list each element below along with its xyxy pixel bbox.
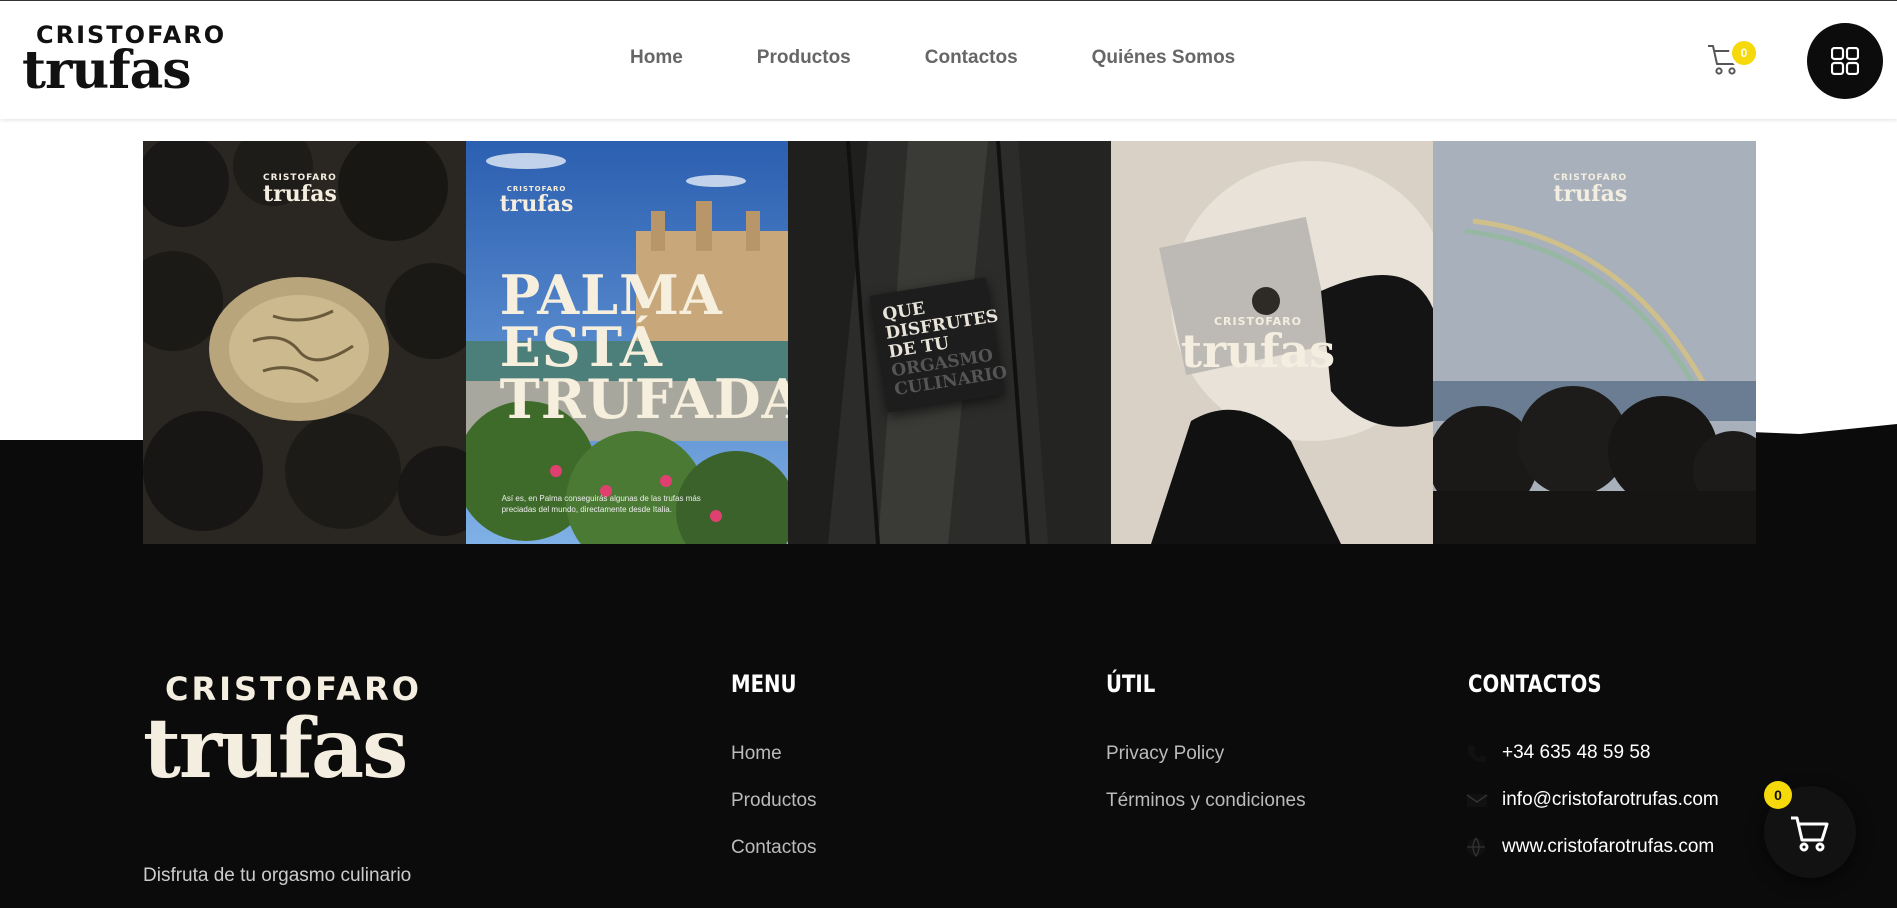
gallery-tile-palma[interactable]: CRISTOFARO trufas PALMA ESTÁ TRUFADA. As… bbox=[465, 141, 789, 544]
globe-icon bbox=[1466, 837, 1494, 858]
footer-link-productos[interactable]: Productos bbox=[731, 790, 817, 812]
floating-cart-badge: 0 bbox=[1764, 781, 1792, 809]
footer-link-privacy[interactable]: Privacy Policy bbox=[1106, 743, 1224, 765]
envelope-icon bbox=[1466, 790, 1494, 810]
instagram-gallery: CRISTOFARO trufas CRISTOFARO trufas PALM… bbox=[143, 141, 1756, 544]
gallery-tile-truffle-slice[interactable]: CRISTOFARO trufas bbox=[143, 141, 466, 544]
gallery-tile-card[interactable]: QUE DISFRUTES DE TU ORGASMO CULINARIO bbox=[788, 141, 1111, 544]
nav-productos[interactable]: Productos bbox=[757, 47, 851, 69]
contact-email[interactable]: info@cristofarotrufas.com bbox=[1466, 788, 1719, 812]
footer-link-home[interactable]: Home bbox=[731, 743, 782, 765]
footer-util-title: ÚTIL bbox=[1106, 670, 1156, 698]
footer-contacts-title: CONTACTOS bbox=[1468, 670, 1602, 698]
gallery-tile-slicer[interactable]: CRISTOFARO trufas bbox=[1110, 141, 1434, 544]
main-nav: Home Productos Contactos Quiénes Somos bbox=[630, 47, 1309, 69]
footer-tagline: Disfruta de tu orgasmo culinario bbox=[143, 865, 412, 886]
gallery-tile-rainbow[interactable]: CRISTOFARO trufas bbox=[1433, 141, 1756, 544]
grid-menu-button[interactable] bbox=[1807, 23, 1883, 99]
brand-logo-main: trufas bbox=[22, 40, 192, 101]
cart-count-badge: 0 bbox=[1732, 41, 1756, 65]
quote-card: QUE DISFRUTES DE TU ORGASMO CULINARIO bbox=[869, 277, 1009, 413]
footer-link-terms[interactable]: Términos y condiciones bbox=[1106, 790, 1306, 812]
tile-brand-logo: CRISTOFARO trufas bbox=[263, 173, 337, 207]
footer-menu-title: MENU bbox=[731, 670, 797, 698]
tile-brand-logo: CRISTOFARO trufas bbox=[499, 185, 574, 217]
tile-brand-logo: CRISTOFARO trufas bbox=[1180, 315, 1336, 378]
nav-contactos[interactable]: Contactos bbox=[925, 47, 1018, 69]
nav-quienes-somos[interactable]: Quiénes Somos bbox=[1092, 47, 1236, 69]
footer-logo-main: trufas bbox=[143, 701, 408, 797]
contact-website[interactable]: www.cristofarotrufas.com bbox=[1466, 835, 1714, 859]
cart-icon bbox=[1791, 816, 1829, 852]
nav-home[interactable]: Home bbox=[630, 47, 683, 69]
palma-headline: PALMA ESTÁ TRUFADA. bbox=[499, 263, 789, 431]
tile-brand-logo: CRISTOFARO trufas bbox=[1553, 173, 1628, 207]
palma-caption: Así es, en Palma conseguirás algunas de … bbox=[501, 494, 701, 514]
phone-icon bbox=[1466, 743, 1494, 763]
grid-icon bbox=[1831, 47, 1859, 75]
footer-brand-logo[interactable]: CRISTOFARO trufas bbox=[143, 670, 443, 800]
brand-logo[interactable]: CRISTOFARO trufas bbox=[22, 21, 224, 103]
footer-link-contactos[interactable]: Contactos bbox=[731, 837, 817, 859]
contact-phone[interactable]: +34 635 48 59 58 bbox=[1466, 741, 1650, 765]
site-header: CRISTOFARO trufas Home Productos Contact… bbox=[0, 0, 1897, 119]
